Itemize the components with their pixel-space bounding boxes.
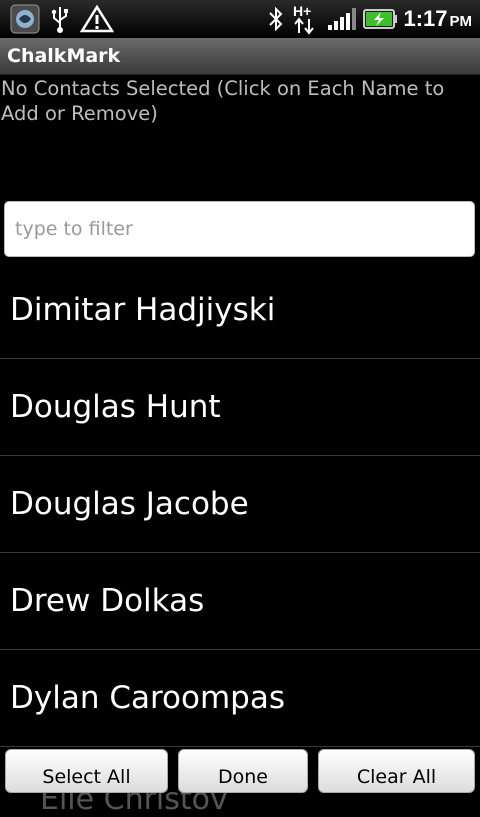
status-time: 1:17 PM — [403, 6, 472, 31]
bluetooth-icon — [265, 4, 287, 34]
selection-status: No Contacts Selected (Click on Each Name… — [1, 77, 445, 125]
list-item[interactable]: Dimitar Hadjiyski — [0, 262, 480, 359]
contact-list[interactable]: Dimitar Hadjiyski Douglas Hunt Douglas J… — [0, 262, 480, 747]
contact-name: Drew Dolkas — [10, 583, 205, 619]
battery-charging-icon — [363, 8, 398, 30]
select-all-button[interactable]: Select All — [5, 749, 168, 793]
usb-icon — [48, 4, 72, 34]
svg-text:H+: H+ — [293, 3, 311, 19]
list-item[interactable]: Dylan Caroompas — [0, 650, 480, 747]
status-bar: H+ 1:17 PM — [0, 0, 480, 38]
app-title: ChalkMark — [7, 45, 121, 67]
done-button[interactable]: Done — [178, 749, 308, 793]
contact-name: Dimitar Hadjiyski — [10, 292, 276, 328]
list-item[interactable]: Douglas Hunt — [0, 359, 480, 456]
warning-icon — [80, 4, 114, 34]
contact-name: Douglas Hunt — [10, 389, 221, 425]
signal-icon — [327, 7, 357, 31]
contact-name: Douglas Jacobe — [10, 486, 249, 522]
app-title-bar: ChalkMark — [0, 38, 480, 75]
list-item[interactable]: Douglas Jacobe — [0, 456, 480, 553]
list-item[interactable]: Drew Dolkas — [0, 553, 480, 650]
contact-name: Dylan Caroompas — [10, 680, 285, 716]
clear-all-button[interactable]: Clear All — [318, 749, 475, 793]
app-notification-icon — [10, 4, 40, 34]
button-bar: Select All Done Clear All — [0, 747, 480, 800]
network-hplus-icon: H+ — [293, 3, 321, 35]
filter-input[interactable] — [4, 201, 475, 257]
